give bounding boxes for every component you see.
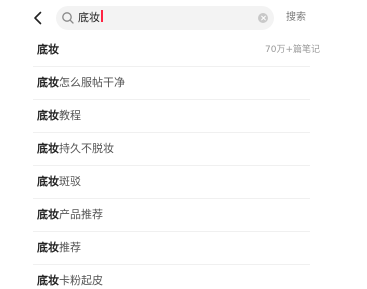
suggestion-item[interactable]: 底妆 70万+篇笔记 [33,34,320,67]
suggestion-label: 底妆持久不脱妆 [37,141,114,157]
suggestion-item[interactable]: 底妆推荐 [33,232,310,265]
search-input-value: 底妆 [78,9,103,27]
suggestion-keyword: 底妆 [37,142,59,155]
search-button[interactable]: 搜索 [286,10,306,26]
suggestion-rest: 斑驳 [59,175,81,188]
note-count: 70万+篇笔记 [265,45,320,55]
suggestion-keyword: 底妆 [37,241,59,254]
search-input[interactable]: 底妆 [56,6,274,30]
search-query-text: 底妆 [78,11,100,24]
suggestion-keyword: 底妆 [37,43,59,56]
suggestion-label: 底妆产品推荐 [37,207,103,223]
suggestion-rest: 产品推荐 [59,208,103,221]
back-button[interactable] [28,7,48,29]
suggestion-item[interactable]: 底妆怎么服帖干净 [33,67,310,100]
suggestion-label: 底妆 [37,42,59,58]
suggestion-keyword: 底妆 [37,109,59,122]
suggestion-keyword: 底妆 [37,208,59,221]
suggestion-list: 底妆 70万+篇笔记 底妆怎么服帖干净 底妆教程 底妆持久不脱妆 底妆斑驳 底妆… [0,34,367,289]
suggestion-label: 底妆怎么服帖干净 [37,75,125,91]
suggestion-rest: 持久不脱妆 [59,142,114,155]
suggestion-item[interactable]: 底妆产品推荐 [33,199,310,232]
search-screen: 底妆 搜索 底妆 70万+篇笔记 底妆怎么服帖干净 底妆教程 底妆持久不脱妆 底… [0,0,367,289]
suggestion-keyword: 底妆 [37,274,59,287]
suggestion-rest: 推荐 [59,241,81,254]
suggestion-item[interactable]: 底妆斑驳 [33,166,310,199]
suggestion-rest: 教程 [59,109,81,122]
suggestion-label: 底妆卡粉起皮 [37,273,103,289]
suggestion-item[interactable]: 底妆教程 [33,100,310,133]
search-icon [62,12,74,24]
search-header: 底妆 搜索 [0,0,367,36]
suggestion-rest: 怎么服帖干净 [59,76,125,89]
text-cursor [101,10,103,22]
clear-icon[interactable] [258,13,268,23]
suggestion-label: 底妆斑驳 [37,174,81,190]
suggestion-keyword: 底妆 [37,76,59,89]
chevron-left-icon [34,11,42,25]
suggestion-keyword: 底妆 [37,175,59,188]
suggestion-rest: 卡粉起皮 [59,274,103,287]
suggestion-label: 底妆推荐 [37,240,81,256]
suggestion-label: 底妆教程 [37,108,81,124]
suggestion-item[interactable]: 底妆持久不脱妆 [33,133,310,166]
suggestion-item[interactable]: 底妆卡粉起皮 [33,265,310,289]
